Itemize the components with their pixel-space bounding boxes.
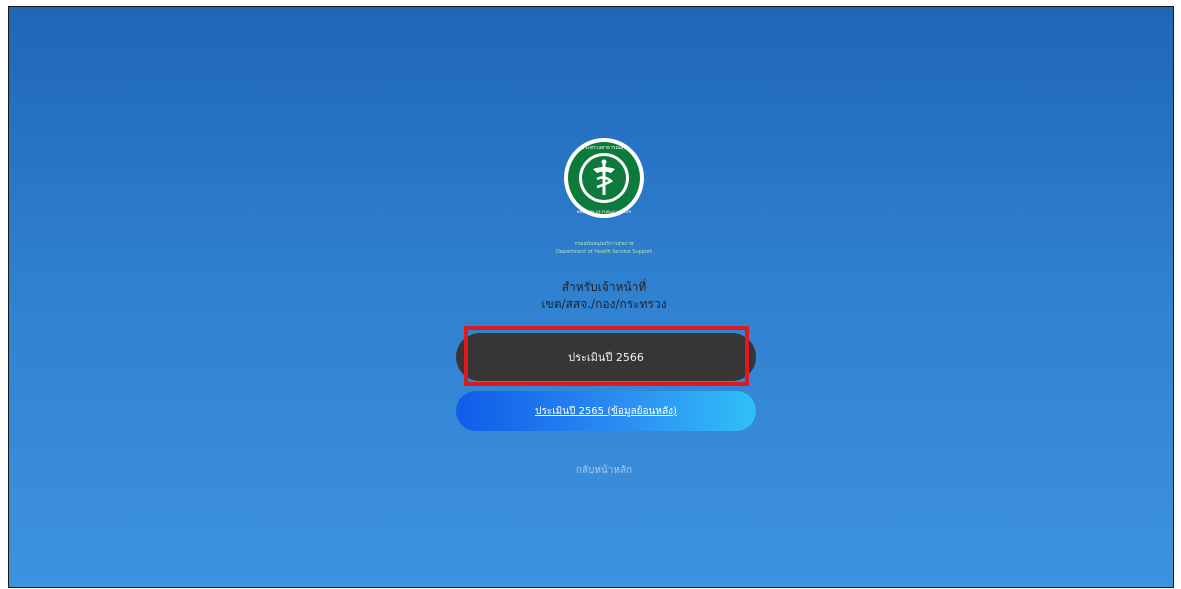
- heading-line-2: เขต/สสจ./กอง/กระทรวง: [541, 297, 667, 311]
- page-heading: สำหรับเจ้าหน้าที่ เขต/สสจ./กอง/กระทรวง: [439, 279, 769, 313]
- heading-line-1: สำหรับเจ้าหน้าที่: [561, 280, 647, 294]
- seal-text-top: กระทรวงสาธารณสุข: [581, 145, 626, 151]
- seal-text-bottom: MINISTRY OF PUBLIC HEALTH: [577, 209, 632, 214]
- department-name: กรมสนับสนุนบริการสุขภาพ Department of He…: [499, 240, 709, 256]
- evaluate-2565-button[interactable]: ประเมินปี 2565 (ข้อมูลย้อนหลัง): [456, 391, 756, 431]
- ministry-of-public-health-seal-icon: กระทรวงสาธารณสุข MINISTRY OF PUBLIC HEAL…: [564, 138, 644, 218]
- department-name-en: Department of Health Service Support: [555, 249, 653, 255]
- login-page: กระทรวงสาธารณสุข MINISTRY OF PUBLIC HEAL…: [8, 6, 1174, 588]
- back-to-home-link[interactable]: กลับหน้าหลัก: [539, 463, 669, 478]
- evaluate-2566-button[interactable]: ประเมินปี 2566: [456, 333, 756, 381]
- department-name-th: กรมสนับสนุนบริการสุขภาพ: [574, 241, 634, 247]
